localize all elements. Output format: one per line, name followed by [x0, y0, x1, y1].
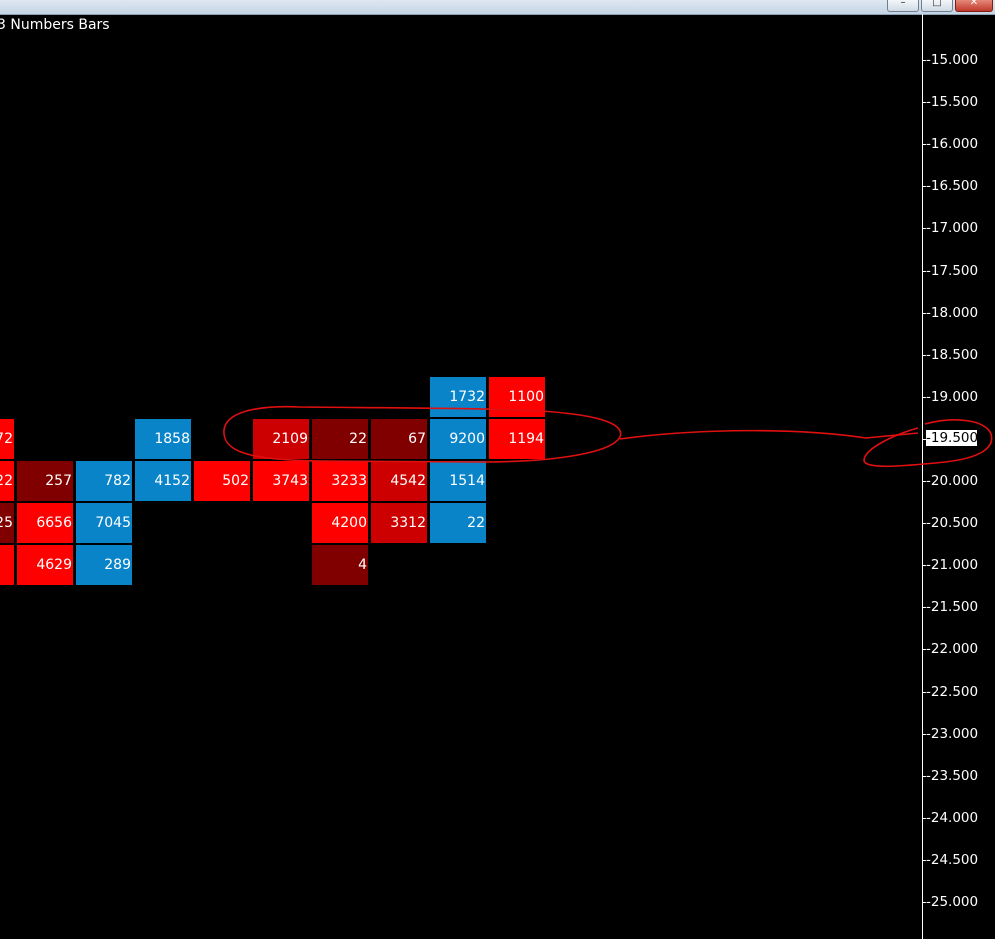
annotation-connector-line [619, 429, 919, 440]
window-title-bar: – □ ✕ [0, 0, 995, 15]
maximize-button[interactable]: □ [921, 0, 953, 12]
chart-title: 3 Numbers Bars [0, 17, 110, 33]
current-price-marker: -19.500 [926, 430, 979, 446]
price-axis-label: -16.500 [926, 178, 979, 194]
volume-cell[interactable]: 257 [17, 461, 73, 501]
price-axis-label: -17.000 [926, 220, 979, 236]
price-axis-label: -23.500 [926, 768, 979, 784]
price-axis-label: -22.000 [926, 641, 979, 657]
volume-cell[interactable] [0, 545, 14, 585]
price-axis-label: -21.000 [926, 557, 979, 573]
price-axis-label: -18.000 [926, 305, 979, 321]
volume-cell[interactable]: 3233 [312, 461, 368, 501]
volume-cell[interactable]: 1858 [135, 419, 191, 459]
minimize-icon: – [900, 0, 906, 8]
price-axis-label: -23.000 [926, 726, 979, 742]
price-axis-label: -16.000 [926, 136, 979, 152]
price-axis-label: -25.000 [926, 894, 979, 910]
volume-cell[interactable]: 7045 [76, 503, 132, 543]
volume-cell[interactable]: 4629 [17, 545, 73, 585]
price-axis-label: -22.500 [926, 684, 979, 700]
price-axis-label: -18.500 [926, 347, 979, 363]
volume-cell[interactable]: 4 [312, 545, 368, 585]
close-button[interactable]: ✕ [955, 0, 993, 12]
volume-cell[interactable]: 1514 [430, 461, 486, 501]
price-axis-label: -19.000 [926, 389, 979, 405]
volume-cell[interactable]: 1100 [489, 377, 545, 417]
volume-cell[interactable]: 22 [312, 419, 368, 459]
volume-cell[interactable]: 67 [371, 419, 427, 459]
volume-cell[interactable]: 72 [0, 419, 14, 459]
volume-cell[interactable]: 9200 [430, 419, 486, 459]
price-axis-label: -17.500 [926, 263, 979, 279]
price-axis-label: -20.000 [926, 473, 979, 489]
price-axis-label: -15.500 [926, 94, 979, 110]
price-axis-label: -15.000 [926, 52, 979, 68]
close-icon: ✕ [969, 0, 979, 8]
price-axis-label: -24.000 [926, 810, 979, 826]
price-axis-label: -20.500 [926, 515, 979, 531]
volume-cell[interactable]: 22 [430, 503, 486, 543]
volume-cell[interactable]: 22 [0, 461, 14, 501]
volume-cell[interactable]: 289 [76, 545, 132, 585]
volume-cell[interactable]: 1194 [489, 419, 545, 459]
volume-cell[interactable]: 4542 [371, 461, 427, 501]
volume-cell[interactable]: 782 [76, 461, 132, 501]
volume-cell[interactable]: 2109 [253, 419, 309, 459]
price-axis-label: -24.500 [926, 852, 979, 868]
price-axis-label: -21.500 [926, 599, 979, 615]
volume-cell[interactable]: 1732 [430, 377, 486, 417]
volume-cell[interactable]: 4152 [135, 461, 191, 501]
maximize-icon: □ [932, 0, 942, 8]
volume-cell[interactable]: 25 [0, 503, 14, 543]
volume-cell[interactable]: 3743 [253, 461, 309, 501]
volume-cell[interactable]: 4200 [312, 503, 368, 543]
price-axis-line [922, 14, 923, 939]
volume-cell[interactable]: 6656 [17, 503, 73, 543]
volume-cell[interactable]: 3312 [371, 503, 427, 543]
volume-cell[interactable]: 502 [194, 461, 250, 501]
minimize-button[interactable]: – [887, 0, 919, 12]
